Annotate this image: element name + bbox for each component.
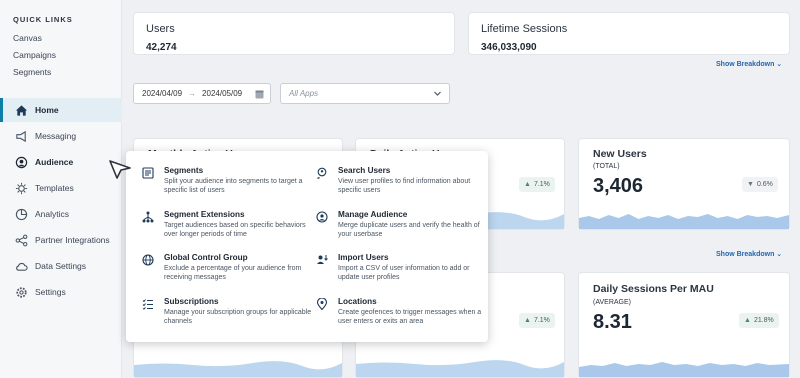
menu-item-title: Segments xyxy=(164,166,204,175)
menu-item-title: Segment Extensions xyxy=(164,210,245,219)
new-users-card: New Users (TOTAL) 3,406 ▼ 0.6% xyxy=(578,138,790,230)
lifetime-sessions-value: 346,033,090 xyxy=(481,42,537,53)
sessions-per-mau-sub: (AVERAGE) xyxy=(593,299,631,306)
nav-settings-label: Settings xyxy=(35,287,66,297)
menu-item-title: Search Users xyxy=(338,166,391,175)
apps-select-placeholder: All Apps xyxy=(289,89,319,98)
nav-home-label: Home xyxy=(35,105,59,115)
users-value: 42,274 xyxy=(146,42,177,53)
nav-settings[interactable]: Settings xyxy=(0,280,122,304)
date-to: 2024/05/09 xyxy=(202,89,243,98)
menu-item-desc: Create geofences to trigger messages whe… xyxy=(338,309,482,326)
menu-item-title: Global Control Group xyxy=(164,253,248,262)
menu-item-desc: View user profiles to find information a… xyxy=(338,178,471,195)
cloud-icon xyxy=(14,259,28,273)
row2-change-badge: ▲ 7.1% xyxy=(519,313,555,328)
quick-link-canvas[interactable]: Canvas xyxy=(13,33,42,43)
nav-partner-integrations-label: Partner Integrations xyxy=(35,235,110,245)
new-users-value: 3,406 xyxy=(593,175,644,197)
nav-templates-label: Templates xyxy=(35,183,74,193)
menu-item-desc: Split your audience into segments to tar… xyxy=(164,178,303,195)
new-users-title: New Users xyxy=(593,148,647,160)
segments-icon xyxy=(142,166,154,179)
nav-partner-integrations[interactable]: Partner Integrations xyxy=(0,228,122,252)
sessions-per-mau-card: Daily Sessions Per MAU (AVERAGE) 8.31 ▲ 2… xyxy=(578,272,790,378)
menu-item-title: Locations xyxy=(338,297,377,306)
templates-icon xyxy=(14,181,28,195)
chevron-down-icon xyxy=(433,89,442,100)
sessions-per-mau-title: Daily Sessions Per MAU xyxy=(593,283,714,295)
show-breakdown-top[interactable]: Show Breakdown ⌄ xyxy=(716,60,782,68)
date-range-picker[interactable]: 2024/04/09 → 2024/05/09 xyxy=(133,83,271,104)
mouse-pointer-icon xyxy=(108,158,132,185)
nav-messaging[interactable]: Messaging xyxy=(0,124,122,148)
search-user-icon xyxy=(316,166,328,180)
arrow-up-icon: ▲ xyxy=(524,317,531,324)
nav-audience-label: Audience xyxy=(35,157,74,167)
nav-audience[interactable]: Audience xyxy=(0,150,122,174)
dau-change-badge: ▲ 7.1% xyxy=(519,177,555,192)
audience-menu: Segments Split your audience into segmen… xyxy=(126,151,488,342)
nav-templates[interactable]: Templates xyxy=(0,176,122,200)
users-stat-card: Users 42,274 xyxy=(133,12,455,55)
apps-select[interactable]: All Apps xyxy=(280,83,450,104)
row2-card-1-sparkline xyxy=(134,361,342,377)
integrations-icon xyxy=(14,233,28,247)
nav-data-settings[interactable]: Data Settings xyxy=(0,254,122,278)
hierarchy-icon xyxy=(142,210,154,223)
audience-icon xyxy=(14,155,28,169)
manage-audience-icon xyxy=(316,210,328,223)
nav-home[interactable]: Home xyxy=(0,98,122,122)
arrow-up-icon: ▲ xyxy=(524,181,531,188)
date-from: 2024/04/09 xyxy=(142,89,183,98)
analytics-icon xyxy=(14,207,28,221)
menu-item-title: Manage Audience xyxy=(338,210,408,219)
menu-item-desc: Import a CSV of user information to add … xyxy=(338,265,470,282)
menu-item-title: Import Users xyxy=(338,253,389,262)
users-label: Users xyxy=(146,23,175,35)
new-users-sparkline xyxy=(579,214,789,229)
nav-analytics[interactable]: Analytics xyxy=(0,202,122,226)
nav-data-settings-label: Data Settings xyxy=(35,261,87,271)
menu-item-desc: Manage your subscription groups for appl… xyxy=(164,309,312,326)
sessions-per-mau-sparkline xyxy=(579,362,789,377)
megaphone-icon xyxy=(14,129,28,143)
location-pin-icon xyxy=(316,297,328,311)
checklist-icon xyxy=(142,297,154,310)
arrow-down-icon: ▼ xyxy=(747,181,754,188)
home-icon xyxy=(14,103,28,117)
lifetime-sessions-label: Lifetime Sessions xyxy=(481,23,568,35)
menu-item-desc: Target audiences based on specific behav… xyxy=(164,222,306,239)
import-icon xyxy=(316,253,328,265)
calendar-icon xyxy=(255,89,264,101)
quick-links-title: QUICK LINKS xyxy=(13,15,73,24)
nav-messaging-label: Messaging xyxy=(35,131,77,141)
nav-analytics-label: Analytics xyxy=(35,209,70,219)
show-breakdown-mid[interactable]: Show Breakdown ⌄ xyxy=(716,250,782,258)
quick-link-segments[interactable]: Segments xyxy=(13,67,51,77)
sessions-per-mau-value: 8.31 xyxy=(593,311,632,333)
sessions-per-mau-change-badge: ▲ 21.8% xyxy=(739,313,779,328)
gear-icon xyxy=(14,285,28,299)
globe-icon xyxy=(142,253,154,266)
quick-link-campaigns[interactable]: Campaigns xyxy=(13,50,56,60)
arrow-right-icon: → xyxy=(188,89,197,98)
menu-item-title: Subscriptions xyxy=(164,297,219,306)
new-users-change-badge: ▼ 0.6% xyxy=(742,177,778,192)
lifetime-sessions-card: Lifetime Sessions 346,033,090 xyxy=(468,12,790,55)
arrow-up-icon: ▲ xyxy=(744,317,751,324)
row2-card-2-sparkline xyxy=(356,360,564,377)
new-users-sub: (TOTAL) xyxy=(593,163,620,170)
menu-item-desc: Exclude a percentage of your audience fr… xyxy=(164,265,302,282)
sidebar: QUICK LINKS Canvas Campaigns Segments Ho… xyxy=(0,0,122,378)
menu-item-desc: Merge duplicate users and verify the hea… xyxy=(338,222,480,239)
